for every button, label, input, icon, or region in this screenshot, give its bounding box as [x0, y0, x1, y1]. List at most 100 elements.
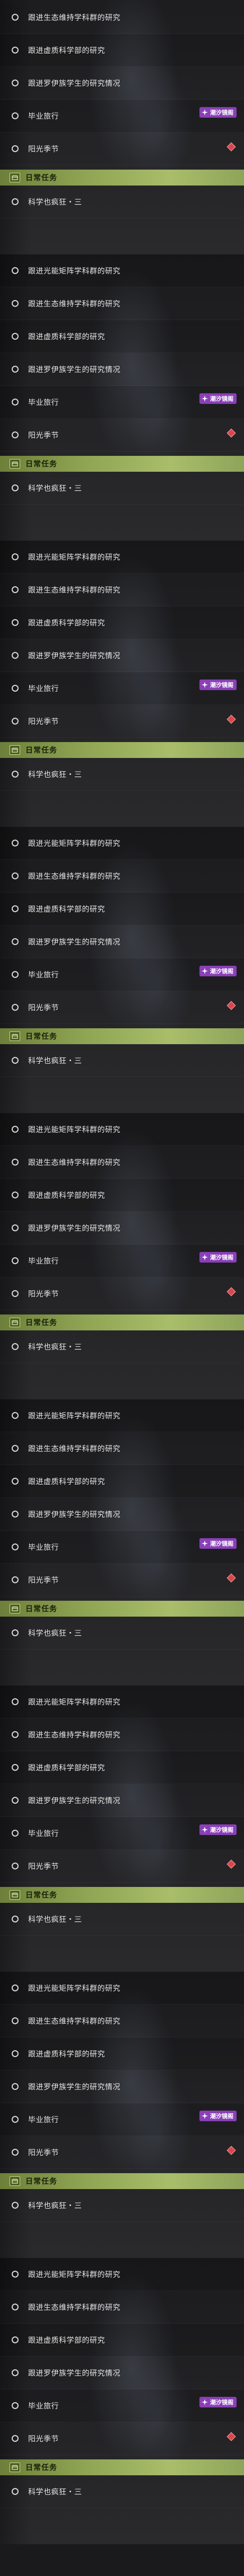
task-row-void-science[interactable]: 跟进虚质科学部的研究	[0, 2037, 244, 2070]
task-row-light-matrix[interactable]: 跟进光能矩阵学科群的研究	[0, 827, 244, 860]
task-row-science-crazy[interactable]: 科学也疯狂・三	[0, 1044, 244, 1077]
task-row-sunny-season[interactable]: 阳光季节	[0, 1277, 244, 1310]
task-status-circle-icon	[12, 905, 19, 912]
task-row-light-matrix[interactable]: 跟进光能矩阵学科群的研究	[0, 1972, 244, 2005]
badge-label: 潮汐镜阁	[210, 2113, 233, 2120]
task-label: 科学也疯狂・三	[28, 198, 82, 207]
task-row-sunny-season[interactable]: 阳光季节	[0, 1564, 244, 1596]
task-row-science-crazy[interactable]: 科学也疯狂・三	[0, 2189, 244, 2222]
task-row-void-science[interactable]: 跟进虚质科学部的研究	[0, 1751, 244, 1784]
task-row-sunny-season[interactable]: 阳光季节	[0, 705, 244, 738]
task-row-light-matrix[interactable]: 跟进光能矩阵学科群的研究	[0, 2258, 244, 2291]
task-row-void-science[interactable]: 跟进虚质科学部的研究	[0, 1465, 244, 1498]
task-row-sunny-season[interactable]: 阳光季节	[0, 991, 244, 1024]
task-row-graduation-trip[interactable]: 毕业旅行 潮汐镜阁	[0, 2103, 244, 2136]
task-status-circle-icon	[12, 300, 19, 307]
sparkle-icon	[201, 967, 208, 975]
task-row-roy-students[interactable]: 跟进罗伊族学生的研究情况	[0, 1498, 244, 1531]
task-row-science-crazy[interactable]: 科学也疯狂・三	[0, 1617, 244, 1649]
calendar-icon	[10, 459, 20, 469]
task-status-circle-icon	[12, 366, 19, 373]
daily-tasks-header[interactable]: 日常任务	[0, 742, 244, 758]
task-row-graduation-trip[interactable]: 毕业旅行 潮汐镜阁	[0, 100, 244, 133]
task-label: 毕业旅行	[28, 2115, 59, 2124]
task-row-graduation-trip[interactable]: 毕业旅行 潮汐镜阁	[0, 672, 244, 705]
daily-tasks-header[interactable]: 日常任务	[0, 456, 244, 472]
task-row-sunny-season[interactable]: 阳光季节	[0, 2136, 244, 2169]
task-label: 跟进虚质科学部的研究	[28, 1191, 105, 1200]
task-row-ecology[interactable]: 跟进生态维持学科群的研究	[0, 1718, 244, 1751]
section-title: 日常任务	[25, 1033, 57, 1041]
task-status-circle-icon	[12, 1576, 19, 1583]
daily-tasks-header[interactable]: 日常任务	[0, 1601, 244, 1617]
task-row-science-crazy[interactable]: 科学也疯狂・三	[0, 1330, 244, 1363]
task-row-roy-students[interactable]: 跟进罗伊族学生的研究情况	[0, 925, 244, 958]
task-row-graduation-trip[interactable]: 毕业旅行 潮汐镜阁	[0, 1817, 244, 1850]
task-row-science-crazy[interactable]: 科学也疯狂・三	[0, 186, 244, 218]
task-label: 跟进罗伊族学生的研究情况	[28, 938, 120, 947]
daily-tasks-header[interactable]: 日常任务	[0, 2173, 244, 2189]
task-row-roy-students[interactable]: 跟进罗伊族学生的研究情况	[0, 353, 244, 386]
task-row-roy-students[interactable]: 跟进罗伊族学生的研究情况	[0, 2070, 244, 2103]
badge-label: 潮汐镜阁	[210, 395, 233, 402]
task-row-void-science[interactable]: 跟进虚质科学部的研究	[0, 606, 244, 639]
task-row-light-matrix[interactable]: 跟进光能矩阵学科群的研究	[0, 254, 244, 287]
task-row-void-science[interactable]: 跟进虚质科学部的研究	[0, 320, 244, 353]
daily-tasks-header[interactable]: 日常任务	[0, 1887, 244, 1903]
location-badge: 潮汐镜阁	[199, 1538, 237, 1549]
task-row-roy-students[interactable]: 跟进罗伊族学生的研究情况	[0, 1784, 244, 1817]
daily-tasks-header[interactable]: 日常任务	[0, 1315, 244, 1330]
task-panel: 跟进光能矩阵学科群的研究 跟进生态维持学科群的研究 跟进虚质科学部的研究 跟进罗…	[0, 254, 244, 541]
task-row-void-science[interactable]: 跟进虚质科学部的研究	[0, 34, 244, 67]
task-label: 阳光季节	[28, 1862, 59, 1871]
task-row-ecology[interactable]: 跟进生态维持学科群的研究	[0, 2005, 244, 2037]
task-row-light-matrix[interactable]: 跟进光能矩阵学科群的研究	[0, 1113, 244, 1146]
task-row-void-science[interactable]: 跟进虚质科学部的研究	[0, 2324, 244, 2357]
section-title: 日常任务	[25, 174, 57, 182]
task-row-ecology[interactable]: 跟进生态维持学科群的研究	[0, 574, 244, 606]
task-row-ecology[interactable]: 跟进生态维持学科群的研究	[0, 860, 244, 893]
task-row-ecology[interactable]: 跟进生态维持学科群的研究	[0, 287, 244, 320]
task-row-science-crazy[interactable]: 科学也疯狂・三	[0, 1903, 244, 1936]
alert-diamond-icon	[226, 428, 236, 438]
task-row-science-crazy[interactable]: 科学也疯狂・三	[0, 2475, 244, 2508]
task-label: 跟进生态维持学科群的研究	[28, 13, 120, 22]
task-row-graduation-trip[interactable]: 毕业旅行 潮汐镜阁	[0, 2389, 244, 2422]
location-badge: 潮汐镜阁	[199, 680, 237, 690]
daily-tasks-header[interactable]: 日常任务	[0, 1028, 244, 1044]
task-row-roy-students[interactable]: 跟进罗伊族学生的研究情况	[0, 639, 244, 672]
task-status-circle-icon	[12, 1698, 19, 1705]
task-row-void-science[interactable]: 跟进虚质科学部的研究	[0, 893, 244, 925]
task-row-science-crazy[interactable]: 科学也疯狂・三	[0, 472, 244, 505]
task-row-roy-students[interactable]: 跟进罗伊族学生的研究情况	[0, 1212, 244, 1245]
task-row-sunny-season[interactable]: 阳光季节	[0, 1850, 244, 1883]
task-row-light-matrix[interactable]: 跟进光能矩阵学科群的研究	[0, 1399, 244, 1432]
task-label: 跟进虚质科学部的研究	[28, 2336, 105, 2345]
task-label: 科学也疯狂・三	[28, 770, 82, 779]
task-label: 跟进罗伊族学生的研究情况	[28, 1510, 120, 1519]
task-row-sunny-season[interactable]: 阳光季节	[0, 133, 244, 165]
task-row-roy-students[interactable]: 跟进罗伊族学生的研究情况	[0, 67, 244, 100]
badge-label: 潮汐镜阁	[210, 682, 233, 689]
task-row-roy-students[interactable]: 跟进罗伊族学生的研究情况	[0, 2357, 244, 2389]
task-label: 科学也疯狂・三	[28, 484, 82, 493]
task-row-ecology[interactable]: 跟进生态维持学科群的研究	[0, 2291, 244, 2324]
task-row-sunny-season[interactable]: 阳光季节	[0, 2422, 244, 2455]
task-row-void-science[interactable]: 跟进虚质科学部的研究	[0, 1179, 244, 1212]
task-row-ecology[interactable]: 跟进生态维持学科群的研究	[0, 1432, 244, 1465]
task-row-light-matrix[interactable]: 跟进光能矩阵学科群的研究	[0, 1686, 244, 1718]
task-status-circle-icon	[12, 1543, 19, 1550]
task-row-graduation-trip[interactable]: 毕业旅行 潮汐镜阁	[0, 1531, 244, 1564]
task-status-circle-icon	[12, 1224, 19, 1231]
task-row-light-matrix[interactable]: 跟进光能矩阵学科群的研究	[0, 541, 244, 574]
task-row-science-crazy[interactable]: 科学也疯狂・三	[0, 758, 244, 791]
task-row-graduation-trip[interactable]: 毕业旅行 潮汐镜阁	[0, 1245, 244, 1277]
task-row-ecology[interactable]: 跟进生态维持学科群的研究	[0, 1146, 244, 1179]
task-row-sunny-season[interactable]: 阳光季节	[0, 419, 244, 452]
task-row-graduation-trip[interactable]: 毕业旅行 潮汐镜阁	[0, 386, 244, 419]
daily-tasks-header[interactable]: 日常任务	[0, 2459, 244, 2475]
task-row-graduation-trip[interactable]: 毕业旅行 潮汐镜阁	[0, 958, 244, 991]
task-row-ecology[interactable]: 跟进生态维持学科群的研究	[0, 1, 244, 34]
daily-tasks-header[interactable]: 日常任务	[0, 170, 244, 186]
task-label: 跟进生态维持学科群的研究	[28, 1444, 120, 1453]
